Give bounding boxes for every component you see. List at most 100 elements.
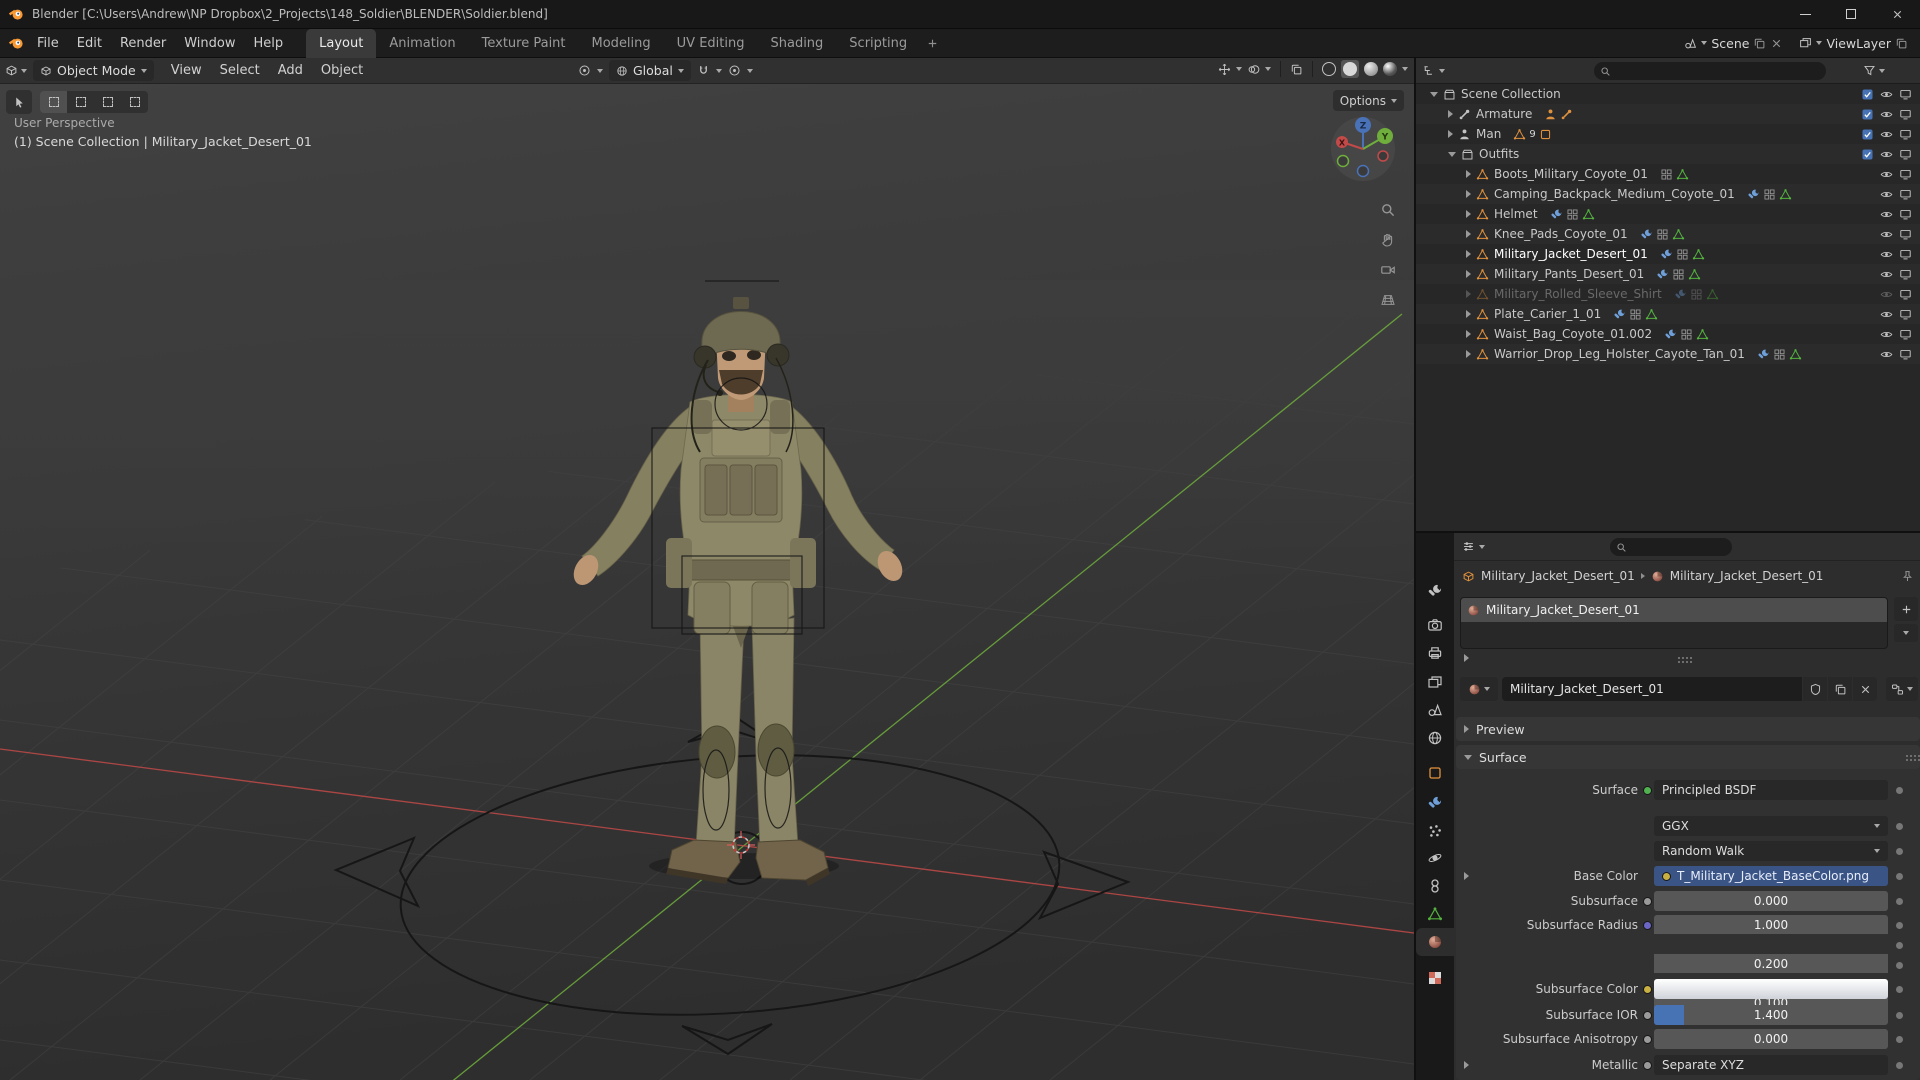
menu-render[interactable]: Render bbox=[111, 29, 175, 58]
disable-render-icon[interactable] bbox=[1899, 268, 1912, 281]
decorator-dot[interactable] bbox=[1896, 942, 1903, 949]
scene-selector[interactable]: Scene bbox=[1684, 36, 1783, 51]
disable-render-icon[interactable] bbox=[1899, 148, 1912, 161]
select-mode-intersect-button[interactable] bbox=[121, 91, 148, 113]
decorator-dot[interactable] bbox=[1896, 986, 1903, 993]
menu-help[interactable]: Help bbox=[245, 29, 293, 58]
hide-eye-icon[interactable] bbox=[1880, 108, 1893, 121]
pin-icon[interactable] bbox=[1901, 570, 1914, 583]
preview-panel-header[interactable]: Preview bbox=[1456, 717, 1920, 741]
tab-tool-icon[interactable] bbox=[1427, 583, 1443, 599]
transform-pivot-icon[interactable] bbox=[578, 64, 591, 77]
collection-checkbox[interactable] bbox=[1861, 108, 1874, 121]
outliner-row-scene-collection[interactable]: Scene Collection bbox=[1416, 84, 1920, 104]
disable-render-icon[interactable] bbox=[1899, 188, 1912, 201]
tab-constraints-icon[interactable] bbox=[1427, 878, 1443, 894]
slot-specials-button[interactable] bbox=[1894, 624, 1918, 642]
hide-eye-icon[interactable] bbox=[1880, 168, 1893, 181]
new-view-layer-icon[interactable] bbox=[1895, 37, 1908, 50]
decorator-dot[interactable] bbox=[1896, 1062, 1903, 1069]
tab-scripting[interactable]: Scripting bbox=[836, 29, 920, 58]
tab-output-icon[interactable] bbox=[1427, 645, 1443, 661]
viewport-menu-view[interactable]: View bbox=[162, 63, 211, 78]
3d-viewport[interactable]: Object Mode View Select Add Object Globa… bbox=[0, 58, 1414, 1080]
breadcrumb-object[interactable]: Military_Jacket_Desert_01 bbox=[1481, 569, 1635, 583]
decorator-dot[interactable] bbox=[1896, 1036, 1903, 1043]
unlink-scene-icon[interactable] bbox=[1770, 37, 1783, 50]
outliner-row-object[interactable]: Waist_Bag_Coyote_01.002 bbox=[1416, 324, 1920, 344]
disable-render-icon[interactable] bbox=[1899, 308, 1912, 321]
select-mode-subtract-button[interactable] bbox=[94, 91, 121, 113]
unlink-material-button[interactable] bbox=[1853, 677, 1877, 701]
camera-view-icon[interactable] bbox=[1380, 262, 1396, 278]
toggle-ortho-icon[interactable] bbox=[1380, 292, 1396, 308]
browse-material-button[interactable] bbox=[1460, 677, 1498, 701]
distribution-dropdown[interactable]: GGX bbox=[1654, 816, 1888, 836]
menu-window[interactable]: Window bbox=[175, 29, 244, 58]
outliner-row-outfits[interactable]: Outfits bbox=[1416, 144, 1920, 164]
active-tool-button[interactable] bbox=[6, 90, 32, 114]
tab-shading[interactable]: Shading bbox=[757, 29, 836, 58]
decorator-dot[interactable] bbox=[1896, 898, 1903, 905]
outliner-row-object[interactable]: Plate_Carier_1_01 bbox=[1416, 304, 1920, 324]
hide-eye-icon[interactable] bbox=[1880, 248, 1893, 261]
tab-object-data-icon[interactable] bbox=[1427, 906, 1443, 922]
outliner-row-object[interactable]: Boots_Military_Coyote_01 bbox=[1416, 164, 1920, 184]
metallic-node-button[interactable]: Separate XYZ bbox=[1654, 1055, 1888, 1075]
hide-eye-icon[interactable] bbox=[1880, 188, 1893, 201]
disable-render-icon[interactable] bbox=[1899, 228, 1912, 241]
pan-hand-icon[interactable] bbox=[1380, 232, 1396, 248]
breadcrumb-material[interactable]: Military_Jacket_Desert_01 bbox=[1670, 569, 1824, 583]
viewport-canvas[interactable] bbox=[0, 84, 1414, 1080]
viewport-menu-object[interactable]: Object bbox=[312, 63, 372, 78]
proportional-editing-icon[interactable] bbox=[728, 64, 741, 77]
outliner-row-object[interactable]: Military_Pants_Desert_01 bbox=[1416, 264, 1920, 284]
subsurface-ior-slider[interactable]: 1.400 bbox=[1654, 1005, 1888, 1025]
minimize-button[interactable] bbox=[1782, 0, 1828, 29]
shading-material-button[interactable] bbox=[1364, 62, 1378, 76]
surface-panel-header[interactable]: Surface bbox=[1456, 745, 1920, 769]
new-scene-icon[interactable] bbox=[1753, 37, 1766, 50]
decorator-dot[interactable] bbox=[1896, 823, 1903, 830]
disable-render-icon[interactable] bbox=[1899, 88, 1912, 101]
outliner-row-object[interactable]: Knee_Pads_Coyote_01 bbox=[1416, 224, 1920, 244]
tab-texture-paint[interactable]: Texture Paint bbox=[469, 29, 579, 58]
outliner-row-armature[interactable]: Armature bbox=[1416, 104, 1920, 124]
disable-render-icon[interactable] bbox=[1899, 208, 1912, 221]
tab-material-icon[interactable] bbox=[1427, 934, 1443, 950]
viewport-menu-add[interactable]: Add bbox=[269, 63, 312, 78]
select-mode-extend-button[interactable] bbox=[67, 91, 94, 113]
collection-checkbox[interactable] bbox=[1861, 88, 1874, 101]
hide-eye-icon[interactable] bbox=[1880, 268, 1893, 281]
mode-dropdown[interactable]: Object Mode bbox=[33, 60, 154, 81]
outliner-row-hidden-object[interactable]: Military_Rolled_Sleeve_Shirt bbox=[1416, 284, 1920, 304]
hide-eye-icon[interactable] bbox=[1880, 328, 1893, 341]
disable-render-icon[interactable] bbox=[1899, 108, 1912, 121]
subsurface-color-swatch[interactable] bbox=[1654, 979, 1888, 999]
list-expand-icon[interactable] bbox=[1464, 654, 1469, 662]
list-resize-grip[interactable] bbox=[1678, 657, 1680, 659]
outliner-row-man[interactable]: Man 9 bbox=[1416, 124, 1920, 144]
tab-render-icon[interactable] bbox=[1427, 617, 1443, 633]
navigation-gizmo[interactable]: Z Y X bbox=[1328, 112, 1398, 182]
xray-toggle-icon[interactable] bbox=[1290, 63, 1303, 76]
decorator-dot[interactable] bbox=[1896, 1012, 1903, 1019]
disable-render-icon[interactable] bbox=[1899, 128, 1912, 141]
tool-options-dropdown[interactable]: Options bbox=[1333, 90, 1404, 111]
fake-user-button[interactable] bbox=[1803, 677, 1827, 701]
material-slot-row[interactable]: Military_Jacket_Desert_01 bbox=[1461, 598, 1887, 622]
decorator-dot[interactable] bbox=[1896, 962, 1903, 969]
tab-animation[interactable]: Animation bbox=[376, 29, 468, 58]
tab-layout[interactable]: Layout bbox=[306, 29, 376, 58]
duplicate-material-button[interactable] bbox=[1828, 677, 1852, 701]
hide-eye-icon[interactable] bbox=[1880, 148, 1893, 161]
shading-rendered-button[interactable] bbox=[1383, 62, 1397, 76]
snap-magnet-icon[interactable] bbox=[697, 64, 710, 77]
outliner-search-input[interactable] bbox=[1594, 62, 1826, 80]
select-mode-new-button[interactable] bbox=[40, 91, 67, 113]
decorator-dot[interactable] bbox=[1896, 787, 1903, 794]
subsurface-anisotropy-slider[interactable]: 0.000 bbox=[1654, 1029, 1888, 1049]
material-name-field[interactable]: Military_Jacket_Desert_01 bbox=[1502, 677, 1802, 701]
disable-render-icon[interactable] bbox=[1899, 288, 1912, 301]
editor-type-selector[interactable] bbox=[5, 64, 27, 77]
